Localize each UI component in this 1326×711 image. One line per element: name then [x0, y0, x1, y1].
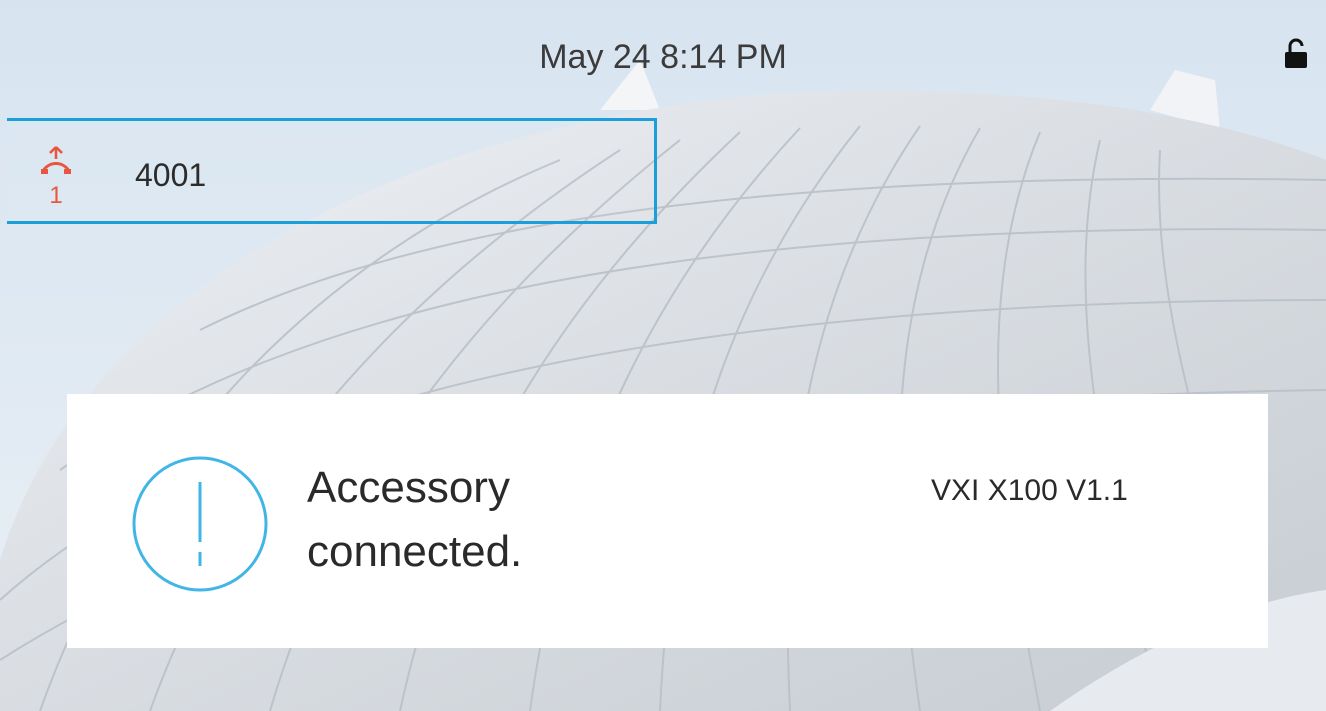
- unlocked-padlock-icon: [1285, 38, 1307, 68]
- phone-screen: May 24 8:14 PM 1 4001 Accessory connecte…: [0, 0, 1326, 711]
- alert-icon: [132, 456, 268, 592]
- notification-message: Accessory connected.: [307, 463, 523, 576]
- line-key-label: 4001: [135, 157, 207, 193]
- line-number-text: 1: [49, 182, 62, 207]
- notification-device-name: VXI X100 V1.1: [931, 474, 1128, 507]
- line-key-4001[interactable]: 1 4001: [7, 118, 657, 224]
- accessory-notification[interactable]: Accessory connected. VXI X100 V1.1: [67, 394, 1268, 648]
- status-datetime: May 24 8:14 PM: [539, 38, 787, 76]
- line-status-icon: 1: [41, 146, 71, 207]
